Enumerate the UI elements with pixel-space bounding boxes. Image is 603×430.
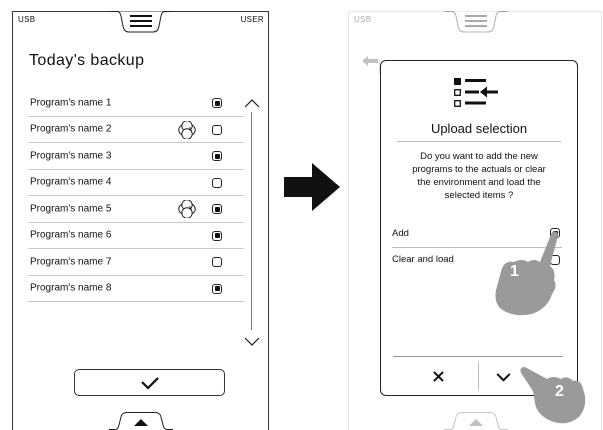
program-checkbox[interactable] [212,257,222,267]
hamburger-menu-icon [465,15,487,27]
hamburger-menu-icon[interactable] [130,14,152,28]
back-arrow-icon [362,56,378,66]
chevron-down-icon[interactable] [244,337,260,347]
user-label: USER [240,15,264,24]
program-name: Program's name 5 [30,203,112,215]
program-name: Program's name 2 [30,123,112,135]
program-name: Program's name 7 [30,256,112,268]
program-checkbox[interactable] [212,151,222,161]
actions-divider [393,356,563,357]
right-arrow-icon [284,163,340,211]
scroll-track[interactable] [251,112,252,330]
confirm-button[interactable] [74,369,225,396]
program-checkbox[interactable] [212,230,222,241]
table-row[interactable]: Program's name 6 [28,223,244,249]
actions-separator [478,362,479,390]
table-row[interactable]: Program's name 5 [28,196,244,223]
dialog-message: Do you want to add the new programs to t… [412,151,546,201]
checkmark-icon[interactable] [496,373,511,382]
title-divider [397,141,561,142]
program-list: Program's name 1 Program's name 2 Program'… [28,90,244,302]
dialog-title: Upload selection [430,121,528,136]
usb-label: USB [354,15,372,24]
multi-phase-icon [178,120,196,139]
multi-phase-icon [178,200,196,218]
program-checkbox[interactable] [212,283,222,294]
chevron-up-icon[interactable] [244,98,260,108]
table-row[interactable]: Program's name 3 [28,143,244,170]
program-checkbox[interactable] [212,177,222,188]
table-row[interactable]: Program's name 4 [28,170,244,196]
table-row[interactable]: Program's name 2 [28,117,244,143]
caret-up-icon[interactable] [134,418,148,426]
option-clear-label: Clear and load [392,254,454,265]
caret-up-icon [469,419,483,426]
program-name: Program's name 3 [30,150,112,162]
option-add-label: Add [392,228,409,239]
step-badge-2: 2 [555,383,564,400]
usb-label: USB [18,15,36,24]
table-row[interactable]: Program's name 1 [28,90,244,117]
program-name: Program's name 4 [30,176,112,188]
right-screen: USB Upload selection Do you want to add … [348,11,602,430]
program-name: Program's name 6 [30,229,112,241]
program-name: Program's name 8 [30,282,112,294]
step-badge-1: 1 [510,263,519,280]
page-title: Today's backup [29,52,145,69]
hand-pointer-icon [520,367,586,424]
program-checkbox[interactable] [212,204,222,214]
program-checkbox[interactable] [212,98,222,108]
program-name: Program's name 1 [30,97,112,109]
checkmark-icon [141,377,159,390]
list-import-icon [454,78,498,107]
table-row[interactable]: Program's name 7 [28,249,244,276]
close-icon[interactable] [433,371,444,382]
program-checkbox[interactable] [212,124,222,135]
table-row[interactable]: Program's name 8 [28,276,244,302]
left-screen: USB USER Today's backup Program's name 1… [12,11,269,430]
hand-pointer-icon [495,231,558,316]
